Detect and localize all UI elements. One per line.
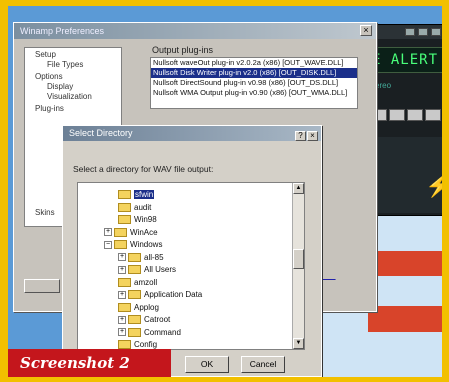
tree-item-file-types[interactable]: File Types — [47, 60, 83, 69]
prefs-link[interactable] — [320, 273, 336, 280]
folder-label: Catroot — [144, 315, 171, 324]
background-block — [368, 306, 442, 332]
tree-item-visualization[interactable]: Visualization — [47, 92, 92, 101]
folder-label: WinAce — [130, 227, 158, 237]
folder-icon — [114, 227, 127, 237]
folder-item[interactable]: Applog — [118, 302, 159, 313]
caption-badge: Screenshot 2 — [8, 349, 171, 377]
expand-icon[interactable]: + — [118, 265, 126, 274]
folder-label: all-85 — [144, 252, 164, 262]
folder-icon — [118, 190, 131, 200]
dialog-prompt: Select a directory for WAV file output: — [73, 164, 214, 174]
close-icon[interactable]: × — [360, 25, 372, 36]
folder-label: All Users — [144, 265, 177, 274]
tree-scrollbar[interactable]: ▲ ▼ — [292, 183, 304, 349]
preferences-titlebar[interactable]: Winamp Preferences × — [14, 23, 376, 39]
folder-label: Applog — [134, 302, 159, 312]
folder-item[interactable]: + Application Data — [118, 289, 202, 300]
scroll-thumb[interactable] — [293, 249, 304, 269]
close-icon[interactable]: × — [307, 131, 318, 141]
plugin-row-selected[interactable]: Nullsoft Disk Writer plug-in v2.0 (x86) … — [151, 68, 357, 78]
folder-item[interactable]: + All Users — [118, 264, 176, 275]
plugin-row[interactable]: Nullsoft waveOut plug-in v2.0.2a (x86) [… — [151, 58, 357, 68]
folder-label: Command — [144, 327, 181, 337]
folder-icon — [128, 290, 141, 300]
scroll-down-icon[interactable]: ▼ — [293, 338, 304, 349]
tree-item-options[interactable]: Options — [35, 72, 63, 81]
play-button[interactable] — [389, 109, 405, 121]
folder-item[interactable]: + Catroot — [118, 314, 170, 325]
stop-button[interactable] — [425, 109, 441, 121]
expand-icon[interactable]: + — [104, 228, 112, 237]
prefs-bottom-button[interactable] — [24, 279, 60, 293]
dialog-titlebar[interactable]: Select Directory ? × — [63, 126, 321, 141]
expand-icon[interactable]: + — [118, 315, 126, 324]
lightning-bolt-icon: ⚡ — [425, 173, 442, 198]
shade-button[interactable] — [418, 28, 428, 36]
preferences-title: Winamp Preferences — [20, 26, 105, 36]
ok-button[interactable]: OK — [185, 356, 229, 373]
folder-icon — [128, 327, 141, 337]
tree-item-setup[interactable]: Setup — [35, 50, 56, 59]
folder-item[interactable]: − Windows — [104, 239, 162, 250]
folder-icon — [118, 277, 131, 287]
output-plugin-list[interactable]: Nullsoft waveOut plug-in v2.0.2a (x86) [… — [150, 57, 358, 109]
tree-item-skins[interactable]: Skins — [35, 208, 55, 217]
folder-label: Windows — [130, 240, 163, 249]
folder-item[interactable]: + all-85 — [118, 252, 164, 263]
dialog-title: Select Directory — [69, 128, 133, 138]
help-icon[interactable]: ? — [295, 131, 306, 141]
pause-button[interactable] — [407, 109, 423, 121]
directory-tree[interactable]: ▲ ▼ sfwin audit Win98 + WinAce − Windows + all-8… — [77, 182, 305, 350]
select-directory-dialog: Select Directory ? × Select a directory f… — [62, 125, 322, 377]
folder-label: Win98 — [134, 215, 157, 224]
folder-item[interactable]: audit — [118, 202, 151, 213]
close-button[interactable] — [431, 28, 441, 36]
folder-label: amzoll — [134, 277, 158, 287]
folder-icon — [118, 302, 131, 312]
folder-icon — [128, 265, 141, 275]
expand-icon[interactable]: + — [118, 253, 126, 262]
folder-label: Application Data — [144, 290, 203, 299]
folder-label: sfwin — [134, 190, 155, 199]
folder-icon — [114, 240, 127, 250]
folder-icon — [118, 215, 131, 225]
folder-label: audit — [134, 202, 152, 212]
folder-item[interactable]: + WinAce — [104, 227, 158, 238]
scroll-up-icon[interactable]: ▲ — [293, 183, 304, 194]
plugin-row[interactable]: Nullsoft WMA Output plug-in v0.90 (x86) … — [151, 88, 357, 98]
cancel-button[interactable]: Cancel — [241, 356, 285, 373]
minimize-button[interactable] — [405, 28, 415, 36]
folder-icon — [118, 202, 131, 212]
expand-icon[interactable]: + — [118, 290, 126, 299]
folder-label: Config — [134, 340, 158, 349]
desktop-background: VE ALERT kbps khz stereo ⚡ Winamp Prefer… — [8, 6, 442, 377]
folder-item[interactable]: Win98 — [118, 214, 157, 225]
plugin-row[interactable]: Nullsoft DirectSound plug-in v0.98 (x86)… — [151, 78, 357, 88]
folder-item[interactable]: + Command — [118, 327, 181, 338]
folder-icon — [128, 252, 141, 262]
folder-item[interactable]: sfwin — [118, 189, 155, 200]
tree-item-display[interactable]: Display — [47, 82, 73, 91]
output-plugins-label: Output plug-ins — [152, 45, 214, 55]
collapse-icon[interactable]: − — [104, 240, 112, 249]
folder-item[interactable]: amzoll — [118, 277, 157, 288]
expand-icon[interactable]: + — [118, 328, 126, 337]
tree-item-plugins[interactable]: Plug-ins — [35, 104, 64, 113]
folder-icon — [128, 315, 141, 325]
